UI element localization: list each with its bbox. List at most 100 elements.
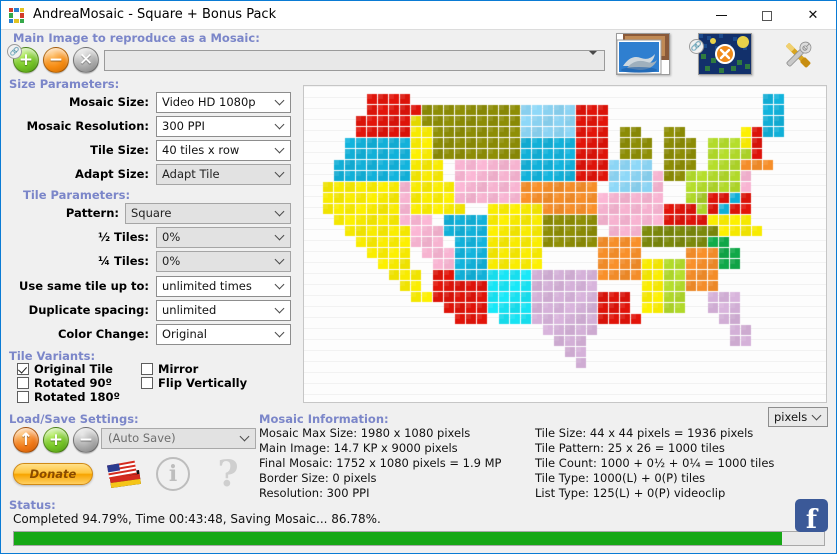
checkbox-rotated-180[interactable]: Rotated 180º	[17, 390, 120, 404]
delete-settings-button[interactable]: −	[73, 427, 99, 453]
window-title: AndreaMosaic - Square + Bonus Pack	[33, 7, 277, 22]
mosaic-size-value: Video HD 1080p	[162, 95, 256, 109]
progress-bar	[13, 531, 825, 546]
mosaic-preview-panel[interactable]	[303, 85, 827, 403]
maximize-button[interactable]	[744, 1, 790, 30]
half-tiles-value: 0%	[162, 230, 181, 244]
tile-parameters-heading: Tile Parameters:	[23, 188, 131, 202]
chevron-down-icon	[276, 258, 284, 266]
chevron-down-icon	[813, 414, 821, 422]
checkbox-icon	[141, 363, 153, 375]
settings-profile-value: (Auto Save)	[108, 431, 176, 445]
chevron-down-icon	[276, 123, 284, 131]
use-same-tile-combo[interactable]: unlimited times	[156, 276, 291, 297]
mosaic-result-thumbnail[interactable]	[698, 33, 752, 75]
main-image-path-combo[interactable]	[104, 50, 605, 74]
main-image-toolbar: + − ✕ 🔗 🔗	[1, 33, 836, 79]
checkbox-flip-vertically[interactable]: Flip Vertically	[141, 376, 247, 390]
quarter-tiles-combo[interactable]: 0%	[156, 251, 291, 272]
units-value: pixels	[774, 410, 808, 424]
info-final-mosaic: Final Mosaic: 1752 x 1080 pixels = 1.9 M…	[259, 456, 502, 470]
checkbox-label: Mirror	[158, 362, 199, 376]
checkbox-rotated-90[interactable]: Rotated 90º	[17, 376, 112, 390]
checkbox-label: Rotated 180º	[34, 390, 121, 404]
info-resolution: Resolution: 300 PPI	[259, 486, 370, 500]
info-border-size: Border Size: 0 pixels	[259, 471, 377, 485]
adapt-size-label: Adapt Size:	[75, 167, 149, 181]
facebook-label: f	[805, 505, 818, 536]
checkbox-original-tile[interactable]: Original Tile	[17, 362, 113, 376]
tile-variants-heading: Tile Variants:	[9, 349, 96, 363]
progress-bar-fill	[14, 532, 782, 545]
info-tile-size: Tile Size: 44 x 44 pixels = 1936 pixels	[535, 426, 754, 440]
mosaic-size-label: Mosaic Size:	[68, 95, 149, 109]
checkbox-icon	[17, 363, 29, 375]
chevron-down-icon	[589, 51, 597, 74]
tools-button[interactable]	[778, 35, 818, 75]
checkbox-label: Original Tile	[34, 362, 113, 376]
color-change-combo[interactable]: Original	[156, 324, 291, 345]
mosaic-link-badge-icon: 🔗	[689, 39, 704, 54]
pattern-combo[interactable]: Square	[125, 203, 291, 224]
color-change-value: Original	[162, 327, 208, 341]
info-main-image: Main Image: 14.7 KP x 9000 pixels	[259, 441, 458, 455]
source-image-thumbnail[interactable]	[616, 33, 670, 75]
mosaic-size-combo[interactable]: Video HD 1080p	[156, 92, 291, 113]
checkbox-mirror[interactable]: Mirror	[141, 362, 198, 376]
color-change-label: Color Change:	[57, 327, 149, 341]
info-list-type: List Type: 125(L) + 0(P) videoclip	[535, 486, 726, 500]
chevron-down-icon	[276, 171, 284, 179]
pattern-label: Pattern:	[65, 206, 119, 220]
close-icon: ✕	[807, 8, 819, 23]
donate-button[interactable]: Donate	[13, 463, 93, 485]
duplicate-spacing-label: Duplicate spacing:	[28, 303, 149, 317]
status-message: Completed 94.79%, Time 00:43:48, Saving …	[13, 512, 381, 526]
quarter-tiles-label: ¼ Tiles:	[98, 254, 149, 268]
info-tile-pattern: Tile Pattern: 25 x 26 = 1000 tiles	[535, 441, 725, 455]
language-flags-button[interactable]	[106, 460, 144, 489]
close-button[interactable]: ✕	[790, 1, 836, 30]
load-save-heading: Load/Save Settings:	[9, 412, 139, 426]
link-badge-icon: 🔗	[7, 44, 22, 59]
status-heading: Status:	[9, 498, 56, 512]
usa-states-mosaic-image	[304, 86, 826, 402]
checkbox-label: Flip Vertically	[158, 376, 248, 390]
duplicate-spacing-combo[interactable]: unlimited	[156, 300, 291, 321]
tile-size-combo[interactable]: 40 tiles x row	[156, 140, 291, 161]
chevron-down-icon	[276, 307, 284, 315]
title-bar: AndreaMosaic - Square + Bonus Pack ✕	[1, 1, 836, 30]
mosaic-resolution-combo[interactable]: 300 PPI	[156, 116, 291, 137]
adapt-size-value: Adapt Tile	[162, 167, 220, 181]
wrench-screwdriver-icon	[786, 41, 812, 68]
chevron-down-icon	[276, 147, 284, 155]
minimize-button[interactable]	[698, 1, 744, 30]
chevron-down-icon	[276, 99, 284, 107]
mosaic-information-heading: Mosaic Information:	[259, 412, 389, 426]
remove-image-button[interactable]: −	[43, 47, 69, 73]
load-settings-button[interactable]: ↑	[13, 427, 39, 453]
chevron-down-icon	[276, 210, 284, 218]
units-combo[interactable]: pixels	[768, 407, 828, 427]
facebook-button[interactable]: f	[795, 499, 828, 536]
app-icon	[9, 8, 24, 23]
use-same-tile-label: Use same tile up to:	[19, 279, 149, 293]
chevron-down-icon	[276, 331, 284, 339]
save-settings-button[interactable]: +	[43, 427, 69, 453]
settings-profile-combo[interactable]: (Auto Save)	[101, 428, 256, 449]
minimize-icon	[715, 15, 727, 16]
info-button[interactable]: i	[156, 457, 190, 491]
mosaic-resolution-value: 300 PPI	[162, 119, 205, 133]
dolphin-photo-icon	[617, 34, 669, 74]
tile-size-label: Tile Size:	[90, 143, 149, 157]
main-image-heading: Main Image to reproduce as a Mosaic:	[13, 31, 260, 45]
help-button[interactable]: ?	[211, 453, 245, 495]
duplicate-spacing-value: unlimited	[162, 303, 217, 317]
half-tiles-combo[interactable]: 0%	[156, 227, 291, 248]
checkbox-label: Rotated 90º	[34, 376, 113, 390]
adapt-size-combo[interactable]: Adapt Tile	[156, 164, 291, 185]
info-tile-count: Tile Count: 1000 + 0½ + 0¼ = 1000 tiles	[535, 456, 775, 470]
maximize-icon	[762, 10, 772, 21]
clear-image-button[interactable]: ✕	[73, 47, 99, 73]
half-tiles-label: ½ Tiles:	[98, 230, 149, 244]
info-mosaic-max-size: Mosaic Max Size: 1980 x 1080 pixels	[259, 426, 471, 440]
